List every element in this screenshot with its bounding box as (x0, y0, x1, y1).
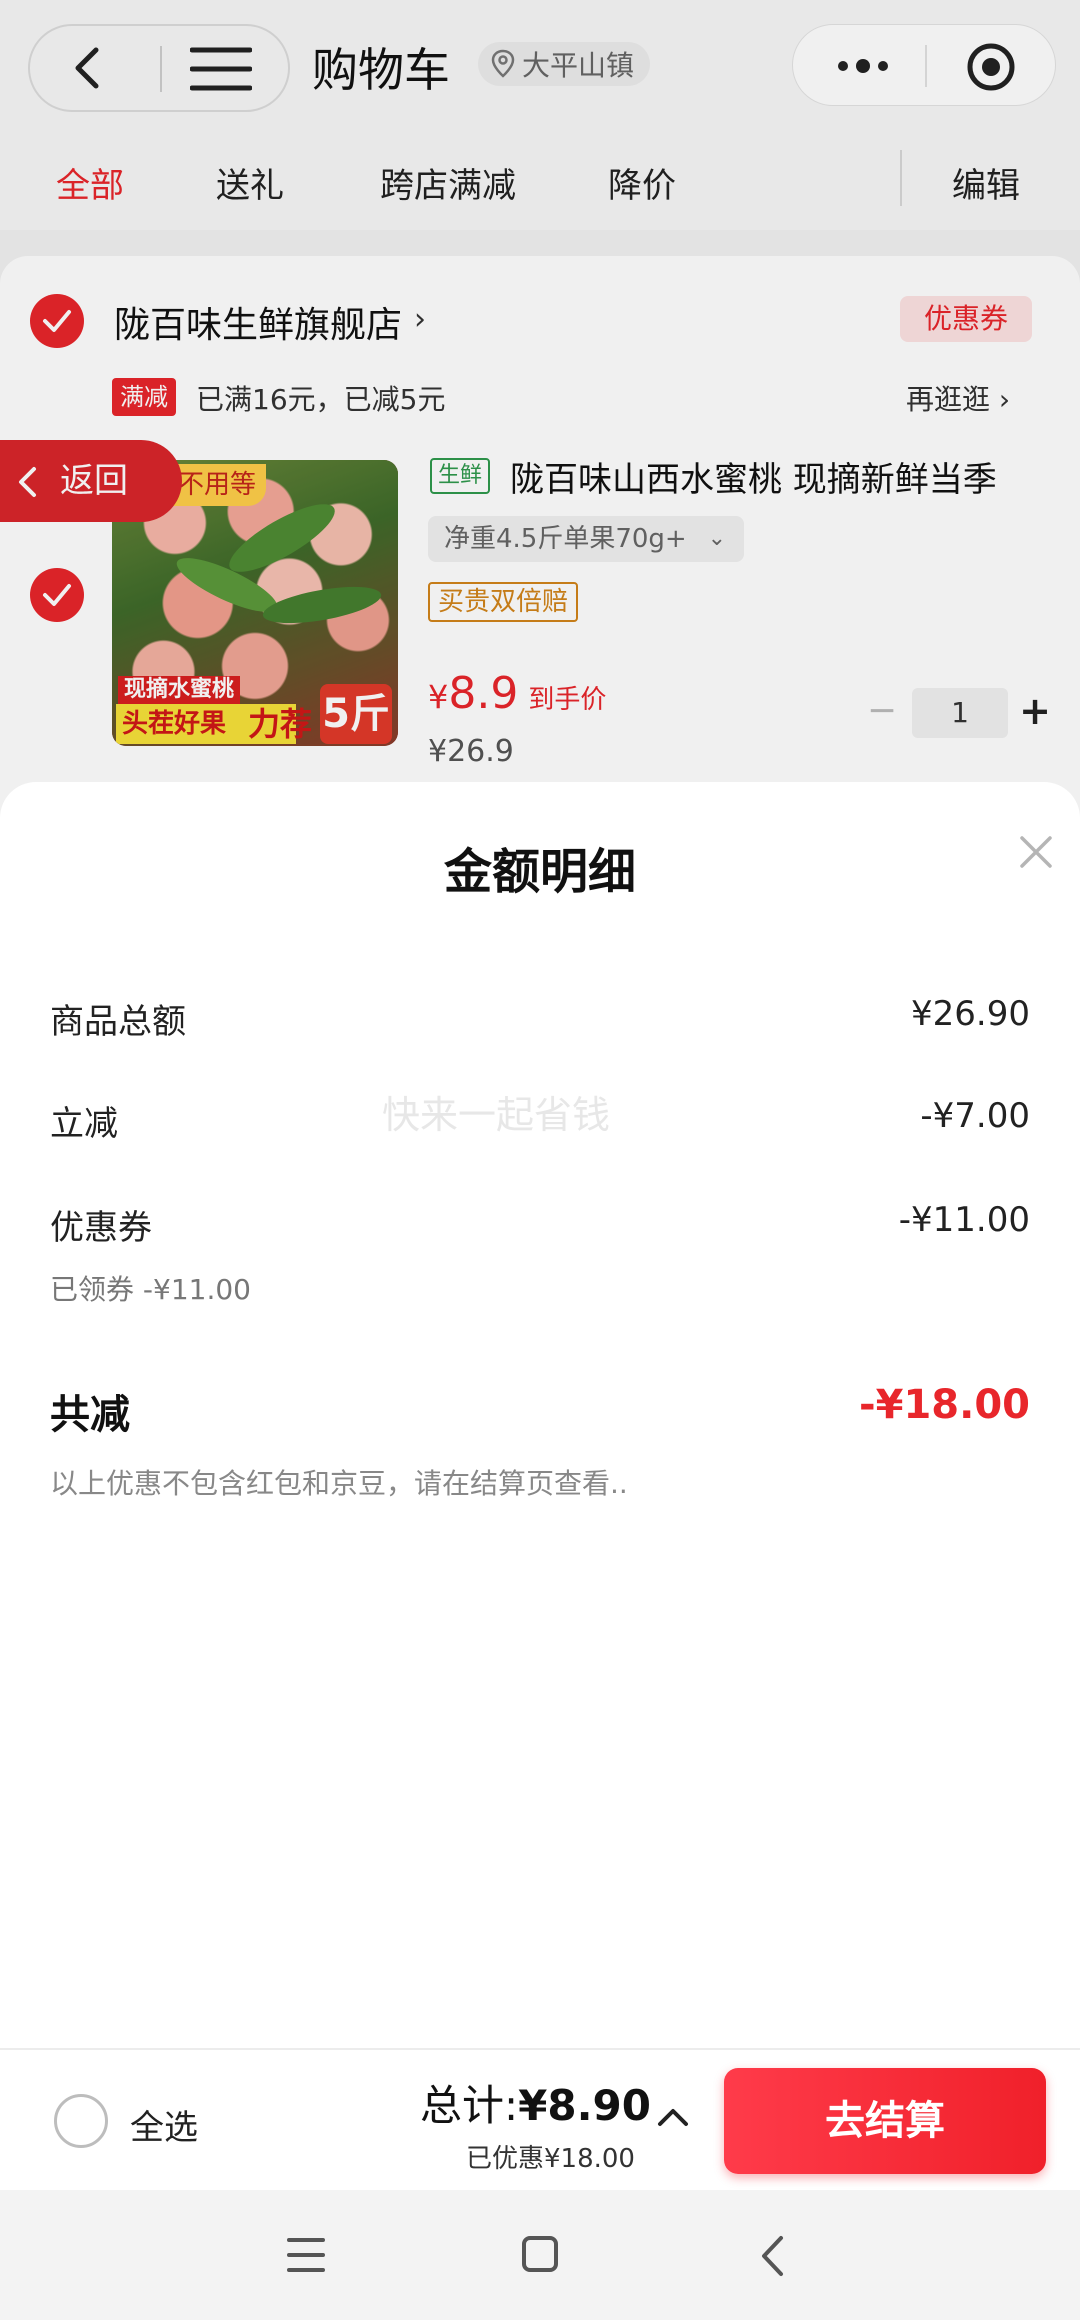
back-arrow-icon[interactable] (66, 44, 114, 92)
total-prefix: 总计: (420, 2081, 519, 2130)
browse-more-link[interactable]: 再逛逛 › (906, 378, 1010, 418)
instant-discount-value: -¥7.00 (920, 1096, 1030, 1136)
edit-button[interactable]: 编辑 (952, 158, 1020, 207)
total-discount-label: 共减 (50, 1392, 130, 1438)
instant-discount-label: 立减 (50, 1104, 118, 1144)
close-miniapp-icon[interactable] (965, 41, 1017, 93)
coupon-claimed-note: 已领券 -¥11.00 (50, 1273, 251, 1306)
product-checkbox[interactable] (30, 568, 84, 622)
checkout-bar: 全选 总计:¥8.90 已优惠¥18.00 去结算 (0, 2048, 1080, 2190)
fresh-badge: 生鲜 (430, 458, 490, 494)
location-chip[interactable]: 大平山镇 (478, 42, 651, 86)
quantity-stepper: − 1 + (862, 688, 1052, 738)
floating-back-button[interactable]: 返回 (0, 440, 182, 522)
amount-detail-sheet: 金额明细 快来一起省钱 商品总额 ¥26.90 立减 -¥7.00 优惠券 -¥… (0, 782, 1080, 2048)
sheet-title: 金额明细 (443, 844, 636, 900)
product-title[interactable]: 陇百味山西水蜜桃 现摘新鲜当季 (510, 452, 997, 501)
tab-gift[interactable]: 送礼 (216, 158, 284, 207)
system-nav-bar (0, 2190, 1080, 2320)
original-price: ¥26.9 (428, 734, 514, 769)
total-discount-value: -¥18.00 (859, 1382, 1030, 1428)
chevron-down-icon: ⌄ (707, 526, 726, 551)
subtotal-label: 商品总额 (50, 1002, 186, 1042)
store-name[interactable]: 陇百味生鲜旗舰店 (114, 296, 402, 348)
tabs-divider (900, 150, 902, 206)
check-icon (43, 584, 71, 606)
top-bar: 购物车 大平山镇 (0, 0, 1080, 130)
close-icon[interactable] (1014, 830, 1058, 874)
page-title: 购物车 (312, 43, 450, 97)
recent-apps-icon[interactable] (286, 2236, 326, 2274)
coupon-tag[interactable]: 优惠券 (900, 296, 1032, 342)
capsule-divider (925, 45, 927, 87)
spec-selector[interactable]: 净重4.5斤单果70g+ ⌄ (428, 516, 744, 562)
image-caption: 力荐 (248, 705, 313, 743)
subtotal-value: ¥26.90 (911, 994, 1030, 1034)
tab-cross-store[interactable]: 跨店满减 (380, 158, 516, 207)
price-symbol: ¥ (428, 678, 449, 716)
chevron-up-icon[interactable] (656, 2106, 690, 2128)
image-ribbon: 不用等 (172, 464, 267, 506)
quantity-input[interactable]: 1 (912, 688, 1008, 738)
store-checkbox[interactable] (30, 294, 84, 348)
guarantee-badge: 买贵双倍赔 (428, 582, 579, 622)
watermark-text: 快来一起省钱 (382, 1093, 611, 1137)
store-card: 陇百味生鲜旗舰店 › 优惠券 满减 已满16元，已减5元 再逛逛 › 现摘水蜜桃… (0, 256, 1080, 856)
location-label: 大平山镇 (522, 49, 635, 82)
floating-back-label: 返回 (60, 461, 128, 501)
promo-badge: 满减 (112, 378, 176, 416)
check-icon (43, 310, 71, 332)
miniapp-capsule (792, 24, 1056, 106)
cart-tabs: 全部 送礼 跨店满减 降价 编辑 (0, 130, 1080, 230)
spec-label: 净重4.5斤单果70g+ (444, 524, 687, 554)
increase-button[interactable]: + (1018, 688, 1052, 738)
system-back-icon[interactable] (758, 2234, 786, 2278)
discount-footnote: 以上优惠不包含红包和京豆，请在结算页查看.. (50, 1467, 628, 1500)
select-all-label[interactable]: 全选 (130, 2100, 198, 2149)
image-caption: 现摘水蜜桃 (118, 676, 241, 704)
select-all-radio[interactable] (54, 2094, 108, 2148)
price-note: 到手价 (528, 685, 607, 715)
image-caption: 5斤装 (320, 684, 392, 744)
nav-pill (28, 24, 290, 112)
coupon-label: 优惠券 (50, 1208, 152, 1248)
more-dots-icon[interactable] (833, 51, 893, 81)
store-arrow-icon[interactable]: › (414, 302, 426, 337)
location-pin-icon (491, 49, 515, 78)
menu-icon[interactable] (190, 46, 252, 92)
coupon-value: -¥11.00 (898, 1200, 1030, 1240)
checkout-button[interactable]: 去结算 (724, 2068, 1046, 2174)
product-price: ¥8.9 到手价 (428, 668, 606, 719)
nav-divider (160, 46, 162, 92)
price-main: 8.9 (448, 668, 519, 719)
home-icon[interactable] (520, 2234, 560, 2274)
saved-amount: 已优惠¥18.00 (466, 2144, 635, 2174)
promo-text: 已满16元，已减5元 (196, 383, 446, 416)
chevron-left-icon (19, 467, 36, 497)
tab-all[interactable]: 全部 (56, 158, 124, 207)
decrease-button[interactable]: − (862, 688, 902, 738)
total-value: ¥8.90 (518, 2081, 652, 2130)
tab-price-drop[interactable]: 降价 (608, 158, 676, 207)
total-amount: 总计:¥8.90 (420, 2072, 651, 2133)
